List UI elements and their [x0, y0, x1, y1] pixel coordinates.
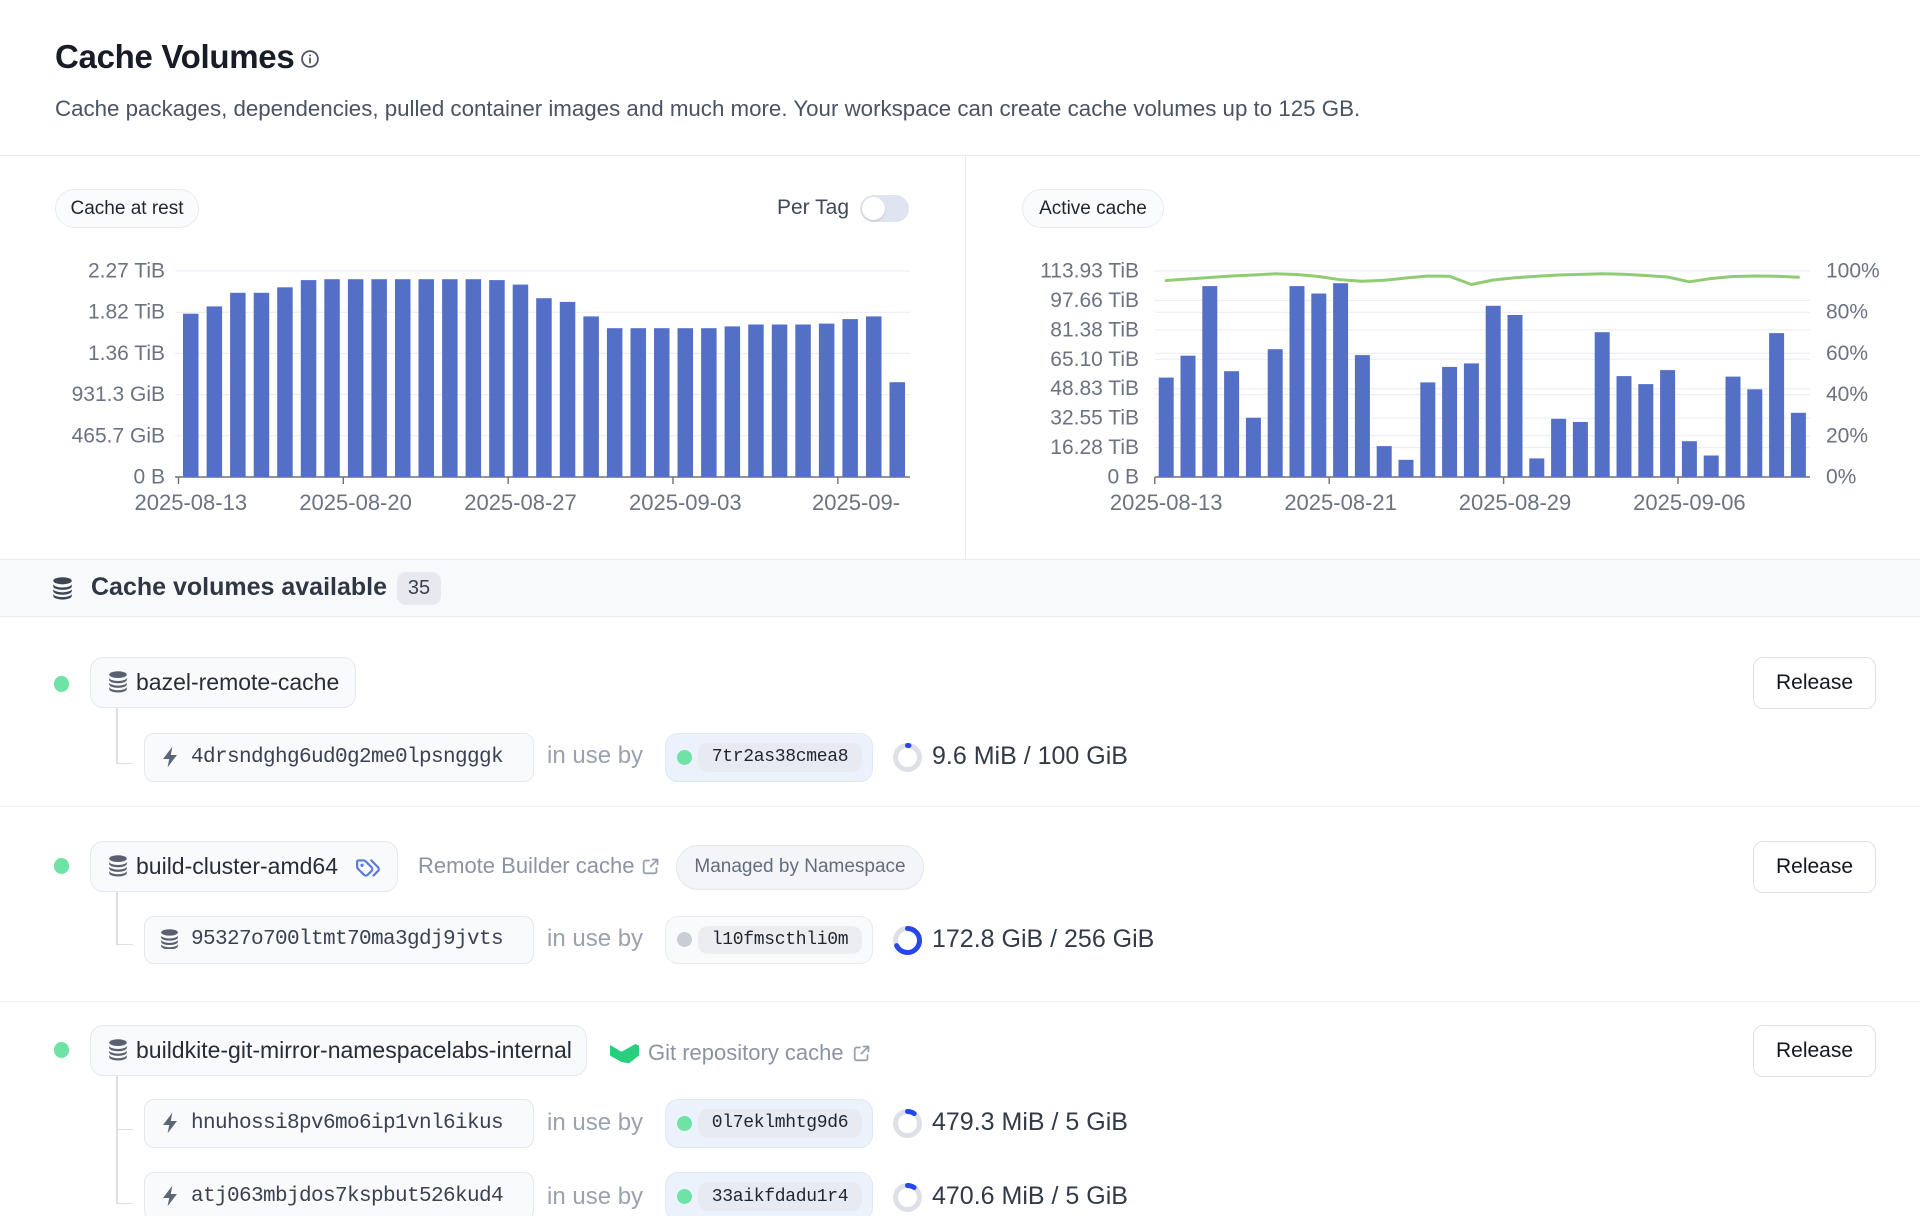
svg-text:81.38 TiB: 81.38 TiB: [1050, 318, 1139, 341]
svg-text:65.10 TiB: 65.10 TiB: [1050, 348, 1139, 371]
svg-text:16.28 TiB: 16.28 TiB: [1050, 436, 1139, 459]
svg-text:465.7 GiB: 465.7 GiB: [72, 424, 165, 447]
svg-text:113.93 TiB: 113.93 TiB: [1040, 260, 1139, 283]
svg-text:2025-09-06: 2025-09-06: [1633, 490, 1746, 515]
svg-text:2025-08-21: 2025-08-21: [1284, 490, 1397, 515]
svg-text:931.3 GiB: 931.3 GiB: [72, 383, 165, 406]
svg-text:20%: 20%: [1826, 424, 1868, 447]
svg-text:2025-09-: 2025-09-: [812, 490, 900, 515]
svg-text:0%: 0%: [1826, 466, 1856, 489]
svg-text:100%: 100%: [1826, 260, 1880, 283]
svg-text:60%: 60%: [1826, 342, 1868, 365]
svg-text:32.55 TiB: 32.55 TiB: [1050, 407, 1139, 430]
svg-text:40%: 40%: [1826, 383, 1868, 406]
svg-text:0 B: 0 B: [1107, 466, 1139, 489]
svg-text:80%: 80%: [1826, 301, 1868, 324]
svg-text:2.27 TiB: 2.27 TiB: [88, 260, 165, 283]
svg-text:1.36 TiB: 1.36 TiB: [88, 342, 165, 365]
svg-text:1.82 TiB: 1.82 TiB: [88, 301, 165, 324]
svg-text:97.66 TiB: 97.66 TiB: [1050, 289, 1139, 312]
svg-text:2025-08-27: 2025-08-27: [464, 490, 577, 515]
svg-text:2025-08-13: 2025-08-13: [135, 490, 248, 515]
svg-text:2025-08-29: 2025-08-29: [1459, 490, 1572, 515]
svg-text:0 B: 0 B: [133, 466, 165, 489]
svg-text:48.83 TiB: 48.83 TiB: [1050, 377, 1139, 400]
svg-text:2025-08-13: 2025-08-13: [1110, 490, 1223, 515]
svg-text:2025-08-20: 2025-08-20: [299, 490, 412, 515]
svg-text:2025-09-03: 2025-09-03: [629, 490, 742, 515]
